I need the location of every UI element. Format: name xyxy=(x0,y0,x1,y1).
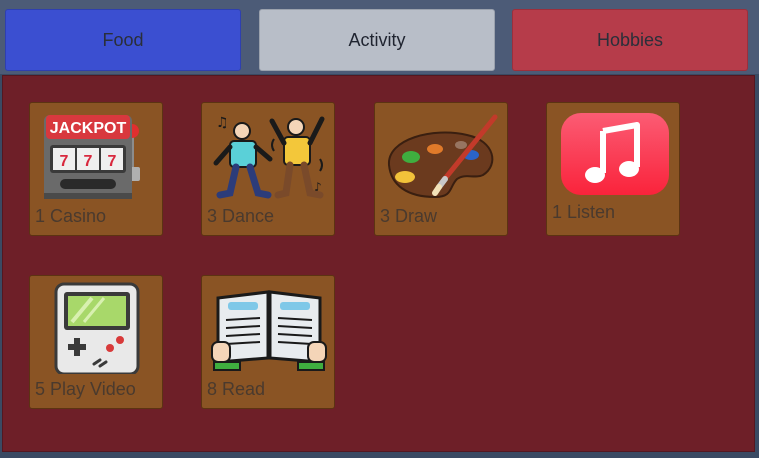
svg-text:♫: ♫ xyxy=(216,115,229,131)
app-window: Food Activity Hobbies JACKPOT 7 7 7 1 Ca… xyxy=(0,0,759,458)
activity-grid-panel: JACKPOT 7 7 7 1 Casino ♫ ♪ 3 Dance 3 Dra… xyxy=(2,75,755,452)
activity-label: 3 Draw xyxy=(380,206,438,226)
activity-card-listen[interactable]: 1 Listen xyxy=(546,102,680,236)
svg-text:7: 7 xyxy=(60,153,69,170)
dancing-people-icon: ♫ ♪ xyxy=(213,115,325,199)
activity-card-dance[interactable]: ♫ ♪ 3 Dance xyxy=(201,102,335,236)
open-book-icon xyxy=(211,290,327,371)
svg-text:JACKPOT: JACKPOT xyxy=(50,120,127,137)
paint-palette-icon xyxy=(387,114,498,199)
music-note-icon xyxy=(561,113,669,195)
slot-machine-icon: JACKPOT 7 7 7 xyxy=(44,115,140,199)
tab-activity[interactable]: Activity xyxy=(259,9,495,71)
tab-hobbies[interactable]: Hobbies xyxy=(512,9,748,71)
handheld-game-icon xyxy=(54,282,140,374)
svg-text:7: 7 xyxy=(108,153,117,170)
category-tab-bar: Food Activity Hobbies xyxy=(0,0,759,74)
activity-label: 3 Dance xyxy=(207,206,275,226)
activity-card-draw[interactable]: 3 Draw xyxy=(374,102,508,236)
activity-card-play-video[interactable]: 5 Play Video xyxy=(29,275,163,409)
activity-label: 5 Play Video xyxy=(35,379,136,399)
svg-text:7: 7 xyxy=(84,153,93,170)
activity-label: 1 Listen xyxy=(552,202,616,222)
activity-card-read[interactable]: 8 Read xyxy=(201,275,335,409)
activity-card-casino[interactable]: JACKPOT 7 7 7 1 Casino xyxy=(29,102,163,236)
activity-label: 1 Casino xyxy=(35,206,107,226)
activity-label: 8 Read xyxy=(207,379,266,399)
tab-food[interactable]: Food xyxy=(5,9,241,71)
